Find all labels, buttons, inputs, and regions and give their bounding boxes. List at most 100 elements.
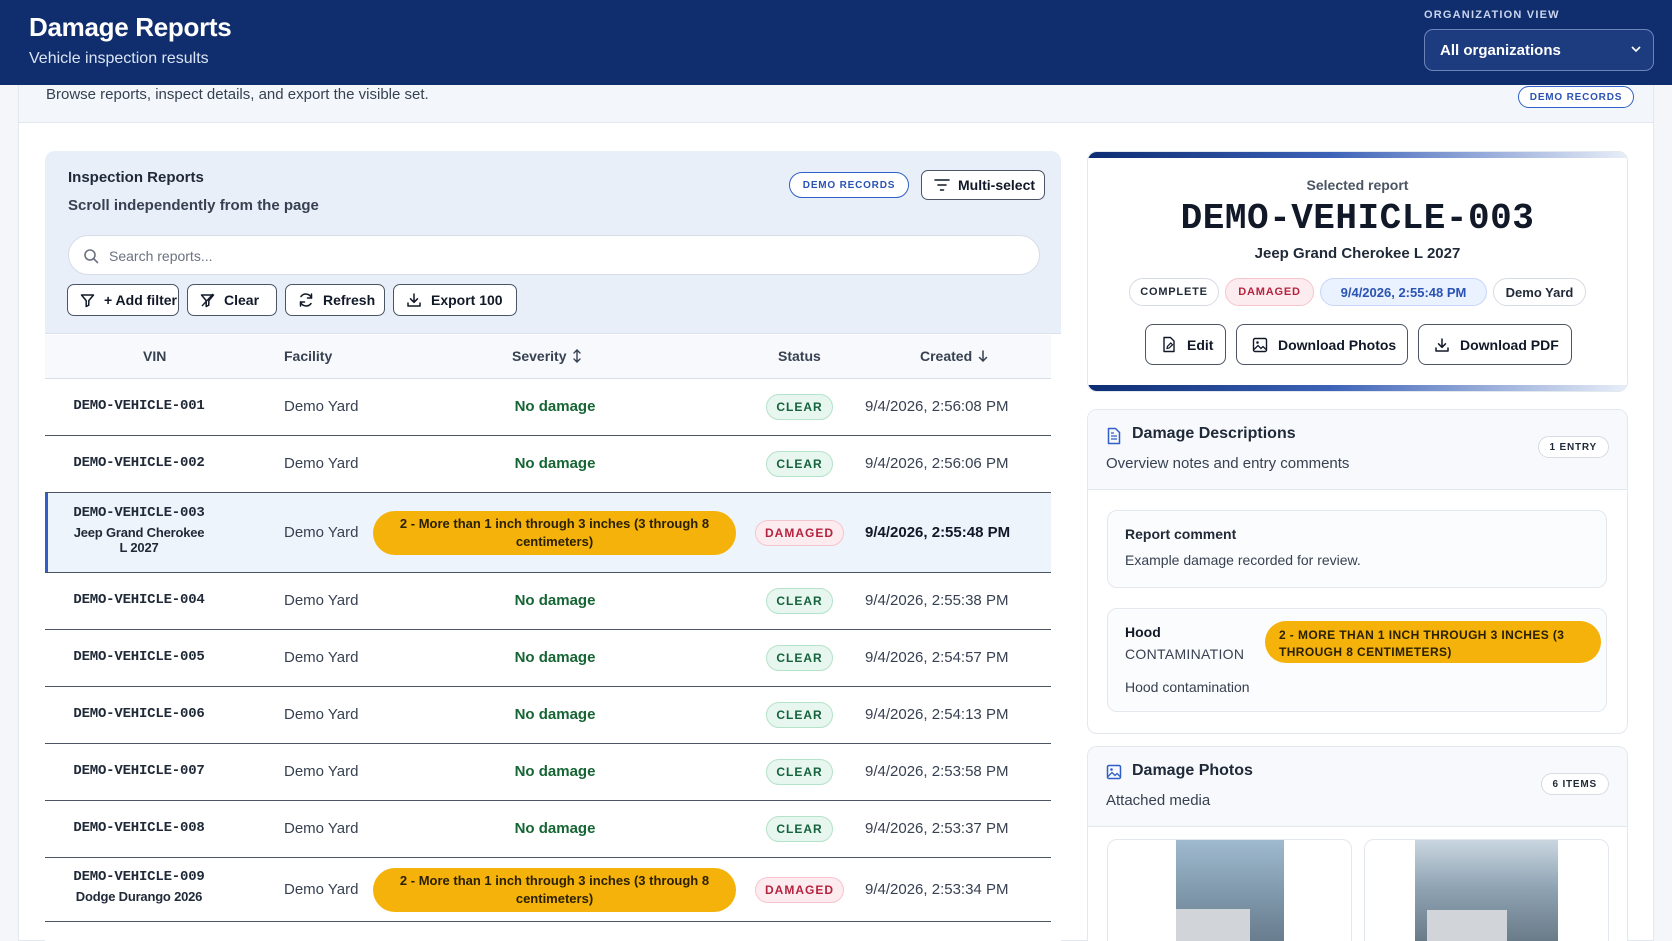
reports-table-header: VIN Facility Severity Status Created (45, 335, 1051, 379)
selected-vin: DEMO-VEHICLE-003 (1180, 198, 1535, 239)
export-button[interactable]: Export 100 (393, 284, 517, 316)
vin-cell: DEMO-VEHICLE-009 Dodge Durango 2026 (55, 869, 223, 904)
status-badge: CLEAR (766, 816, 833, 842)
sort-both-icon (573, 349, 582, 363)
org-view-label: ORGANIZATION VIEW (1424, 9, 1560, 21)
vin-cell: DEMO-VEHICLE-007 (73, 763, 205, 779)
vin-cell: DEMO-VEHICLE-001 (73, 398, 205, 414)
severity-cell: No damage (514, 706, 596, 723)
clear-filters-button[interactable]: Clear (187, 284, 277, 316)
reports-table-body: DEMO-VEHICLE-001 Demo Yard No damage CLE… (45, 379, 1051, 922)
vin-cell: DEMO-VEHICLE-004 (73, 592, 205, 608)
status-chip-complete: COMPLETE (1129, 278, 1219, 306)
column-header-facility[interactable]: Facility (284, 348, 332, 364)
download-photos-label: Download Photos (1278, 336, 1397, 353)
severity-cell: No damage (514, 398, 596, 415)
edit-button[interactable]: Edit (1145, 324, 1226, 365)
status-badge: CLEAR (766, 588, 833, 614)
edit-document-icon (1163, 336, 1175, 353)
column-label: Created (920, 348, 973, 364)
app-header: Damage Reports Vehicle inspection result… (0, 0, 1672, 85)
created-cell: 9/4/2026, 2:54:57 PM (865, 649, 1009, 666)
table-row[interactable]: DEMO-VEHICLE-009 Dodge Durango 2026 Demo… (45, 858, 1051, 922)
severity-pill: 2 - More than 1 inch through 3 inches (3… (373, 868, 736, 912)
download-pdf-button[interactable]: Download PDF (1418, 324, 1572, 365)
demo-records-badge: DEMO RECORDS (789, 172, 909, 198)
reports-panel: Inspection Reports Scroll independently … (45, 151, 1061, 941)
page-title: Damage Reports (29, 12, 232, 42)
table-row[interactable]: DEMO-VEHICLE-008 Demo Yard No damage CLE… (45, 801, 1051, 858)
column-label: Status (778, 348, 821, 364)
org-view-value: All organizations (1440, 41, 1561, 59)
created-cell: 9/4/2026, 2:56:08 PM (865, 398, 1009, 415)
column-header-severity[interactable]: Severity (512, 348, 582, 364)
severity-cell: No damage (514, 649, 596, 666)
vin-cell: DEMO-VEHICLE-002 (73, 455, 205, 471)
vin-text: DEMO-VEHICLE-003 (73, 505, 205, 521)
download-photos-button[interactable]: Download Photos (1236, 324, 1408, 365)
photo-thumbnail[interactable] (1107, 839, 1352, 941)
severity-cell: No damage (514, 763, 596, 780)
column-header-vin[interactable]: VIN (143, 348, 166, 364)
status-badge: CLEAR (766, 702, 833, 728)
created-cell: 9/4/2026, 2:55:38 PM (865, 592, 1009, 609)
card-accent-top (1088, 152, 1627, 158)
column-label: Facility (284, 348, 333, 364)
status-badge: DAMAGED (755, 520, 844, 546)
selected-model: Jeep Grand Cherokee L 2027 (1254, 245, 1461, 262)
add-filter-label: + Add filter (104, 292, 177, 308)
facility-cell: Demo Yard (284, 881, 359, 898)
facility-cell: Demo Yard (284, 398, 359, 415)
facility-cell: Demo Yard (284, 524, 359, 541)
status-badge: DAMAGED (755, 877, 844, 903)
timestamp-chip: 9/4/2026, 2:55:48 PM (1320, 278, 1487, 306)
entry-count-badge: 1 ENTRY (1537, 436, 1609, 458)
column-header-status[interactable]: Status (778, 348, 821, 364)
column-label: VIN (143, 348, 167, 364)
photo-redaction (1427, 910, 1507, 941)
reports-subtitle: Scroll independently from the page (68, 197, 319, 214)
download-pdf-label: Download PDF (1460, 336, 1559, 353)
photo-thumbnail[interactable] (1364, 839, 1609, 941)
table-row[interactable]: DEMO-VEHICLE-005 Demo Yard No damage CLE… (45, 630, 1051, 687)
severity-pill: 2 - More than 1 inch through 3 inches (3… (373, 511, 736, 555)
table-row[interactable]: DEMO-VEHICLE-001 Demo Yard No damage CLE… (45, 379, 1051, 436)
org-view-select[interactable]: All organizations (1424, 29, 1654, 71)
severity-cell: No damage (514, 455, 596, 472)
section-title: Damage Photos (1132, 762, 1253, 779)
created-cell: 9/4/2026, 2:53:58 PM (865, 763, 1009, 780)
sort-down-icon (978, 350, 988, 362)
facility-cell: Demo Yard (284, 706, 359, 723)
photo-count-badge: 6 ITEMS (1540, 773, 1609, 795)
column-header-created[interactable]: Created (920, 348, 988, 364)
info-text: Browse reports, inspect details, and exp… (46, 86, 429, 103)
filter-icon (80, 293, 95, 307)
report-comment-text: Example damage recorded for review. (1125, 552, 1361, 568)
search-input[interactable] (109, 244, 1009, 268)
table-row[interactable]: DEMO-VEHICLE-004 Demo Yard No damage CLE… (45, 573, 1051, 630)
damage-description: Hood contamination (1125, 679, 1250, 695)
table-row[interactable]: DEMO-VEHICLE-006 Demo Yard No damage CLE… (45, 687, 1051, 744)
table-row[interactable]: DEMO-VEHICLE-002 Demo Yard No damage CLE… (45, 436, 1051, 493)
card-accent-bottom (1088, 385, 1627, 391)
damage-entry-box: Hood CONTAMINATION 2 - MORE THAN 1 INCH … (1107, 608, 1607, 712)
filter-clear-icon (200, 293, 215, 307)
document-icon (1107, 427, 1121, 445)
demo-records-badge: DEMO RECORDS (1518, 86, 1634, 108)
vin-cell: DEMO-VEHICLE-003 Jeep Grand Cherokee L 2… (55, 505, 223, 555)
image-icon (1252, 337, 1268, 352)
damage-type: CONTAMINATION (1125, 646, 1245, 662)
export-label: Export 100 (431, 292, 503, 308)
multi-select-button[interactable]: Multi-select (921, 170, 1045, 200)
refresh-button[interactable]: Refresh (285, 284, 385, 316)
search-icon (84, 249, 99, 264)
created-cell: 9/4/2026, 2:54:13 PM (865, 706, 1009, 723)
table-row-selected[interactable]: DEMO-VEHICLE-003 Jeep Grand Cherokee L 2… (45, 493, 1051, 573)
vin-cell: DEMO-VEHICLE-005 (73, 649, 205, 665)
refresh-label: Refresh (323, 292, 376, 308)
download-icon (407, 293, 421, 307)
add-filter-button[interactable]: + Add filter (67, 284, 179, 316)
created-cell: 9/4/2026, 2:53:34 PM (865, 881, 1009, 898)
reports-panel-header: Inspection Reports Scroll independently … (45, 151, 1061, 334)
table-row[interactable]: DEMO-VEHICLE-007 Demo Yard No damage CLE… (45, 744, 1051, 801)
